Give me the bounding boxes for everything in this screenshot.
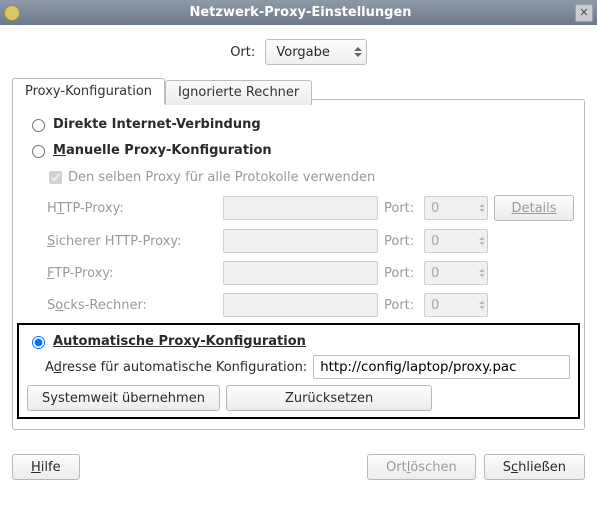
close-icon[interactable]: ✕ — [575, 4, 593, 22]
chevron-updown-icon — [354, 47, 362, 57]
label-http-proxy: HTTP-Proxy: — [47, 201, 217, 216]
radio-direct[interactable] — [32, 119, 45, 132]
reset-button[interactable]: Zurücksetzen — [226, 385, 432, 411]
delete-location-button: Ort löschen — [367, 454, 476, 480]
label-port-ftp: Port: — [384, 266, 418, 281]
input-http-proxy — [223, 196, 378, 220]
label-port-shttp: Port: — [384, 234, 418, 249]
input-autoconfig-url[interactable] — [313, 355, 570, 379]
label-ftp-proxy: FTP-Proxy: — [47, 266, 217, 281]
input-secure-http — [223, 229, 378, 253]
auto-section: Automatische Proxy-Konfiguration Adresse… — [17, 323, 580, 419]
location-selector[interactable]: Vorgabe — [265, 39, 366, 65]
spin-port-http: 0 — [424, 196, 488, 220]
spin-port-shttp: 0 — [424, 229, 488, 253]
label-direct: Direkte Internet-Verbindung — [53, 117, 261, 132]
checkbox-same-proxy — [49, 171, 62, 184]
apply-systemwide-button[interactable]: Systemweit übernehmen — [27, 385, 220, 411]
titlebar: Netzwerk-Proxy-Einstellungen ✕ — [0, 0, 597, 25]
location-value: Vorgabe — [276, 45, 353, 60]
app-icon — [4, 5, 20, 21]
close-button[interactable]: Schließen — [484, 454, 585, 480]
location-label: Ort: — [230, 45, 255, 60]
label-socks-host: Socks-Rechner: — [47, 298, 217, 313]
label-port-socks: Port: — [384, 298, 418, 313]
help-button[interactable]: Hilfe — [12, 454, 80, 480]
input-socks-host — [223, 293, 378, 317]
window-title: Netzwerk-Proxy-Einstellungen — [26, 5, 575, 20]
label-manual: Manuelle Proxy-Konfiguration — [53, 143, 272, 158]
tabs-container: Proxy-Konfiguration Ignorierte Rechner D… — [12, 99, 585, 430]
spin-port-socks: 0 — [424, 293, 488, 317]
radio-auto[interactable] — [32, 336, 45, 349]
tab-ignored-hosts[interactable]: Ignorierte Rechner — [165, 80, 312, 105]
details-button: Details — [494, 195, 574, 221]
label-autoconfig-url: Adresse für automatische Konfiguration: — [45, 360, 307, 375]
label-same-proxy: Den selben Proxy für alle Protokolle ver… — [68, 170, 375, 185]
radio-manual[interactable] — [32, 145, 45, 158]
label-port-http: Port: — [384, 201, 418, 216]
input-ftp-proxy — [223, 261, 378, 285]
label-auto: Automatische Proxy-Konfiguration — [53, 334, 306, 349]
label-secure-http: Sicherer HTTP-Proxy: — [47, 234, 217, 249]
spin-port-ftp: 0 — [424, 261, 488, 285]
tab-proxy-config[interactable]: Proxy-Konfiguration — [12, 78, 165, 104]
